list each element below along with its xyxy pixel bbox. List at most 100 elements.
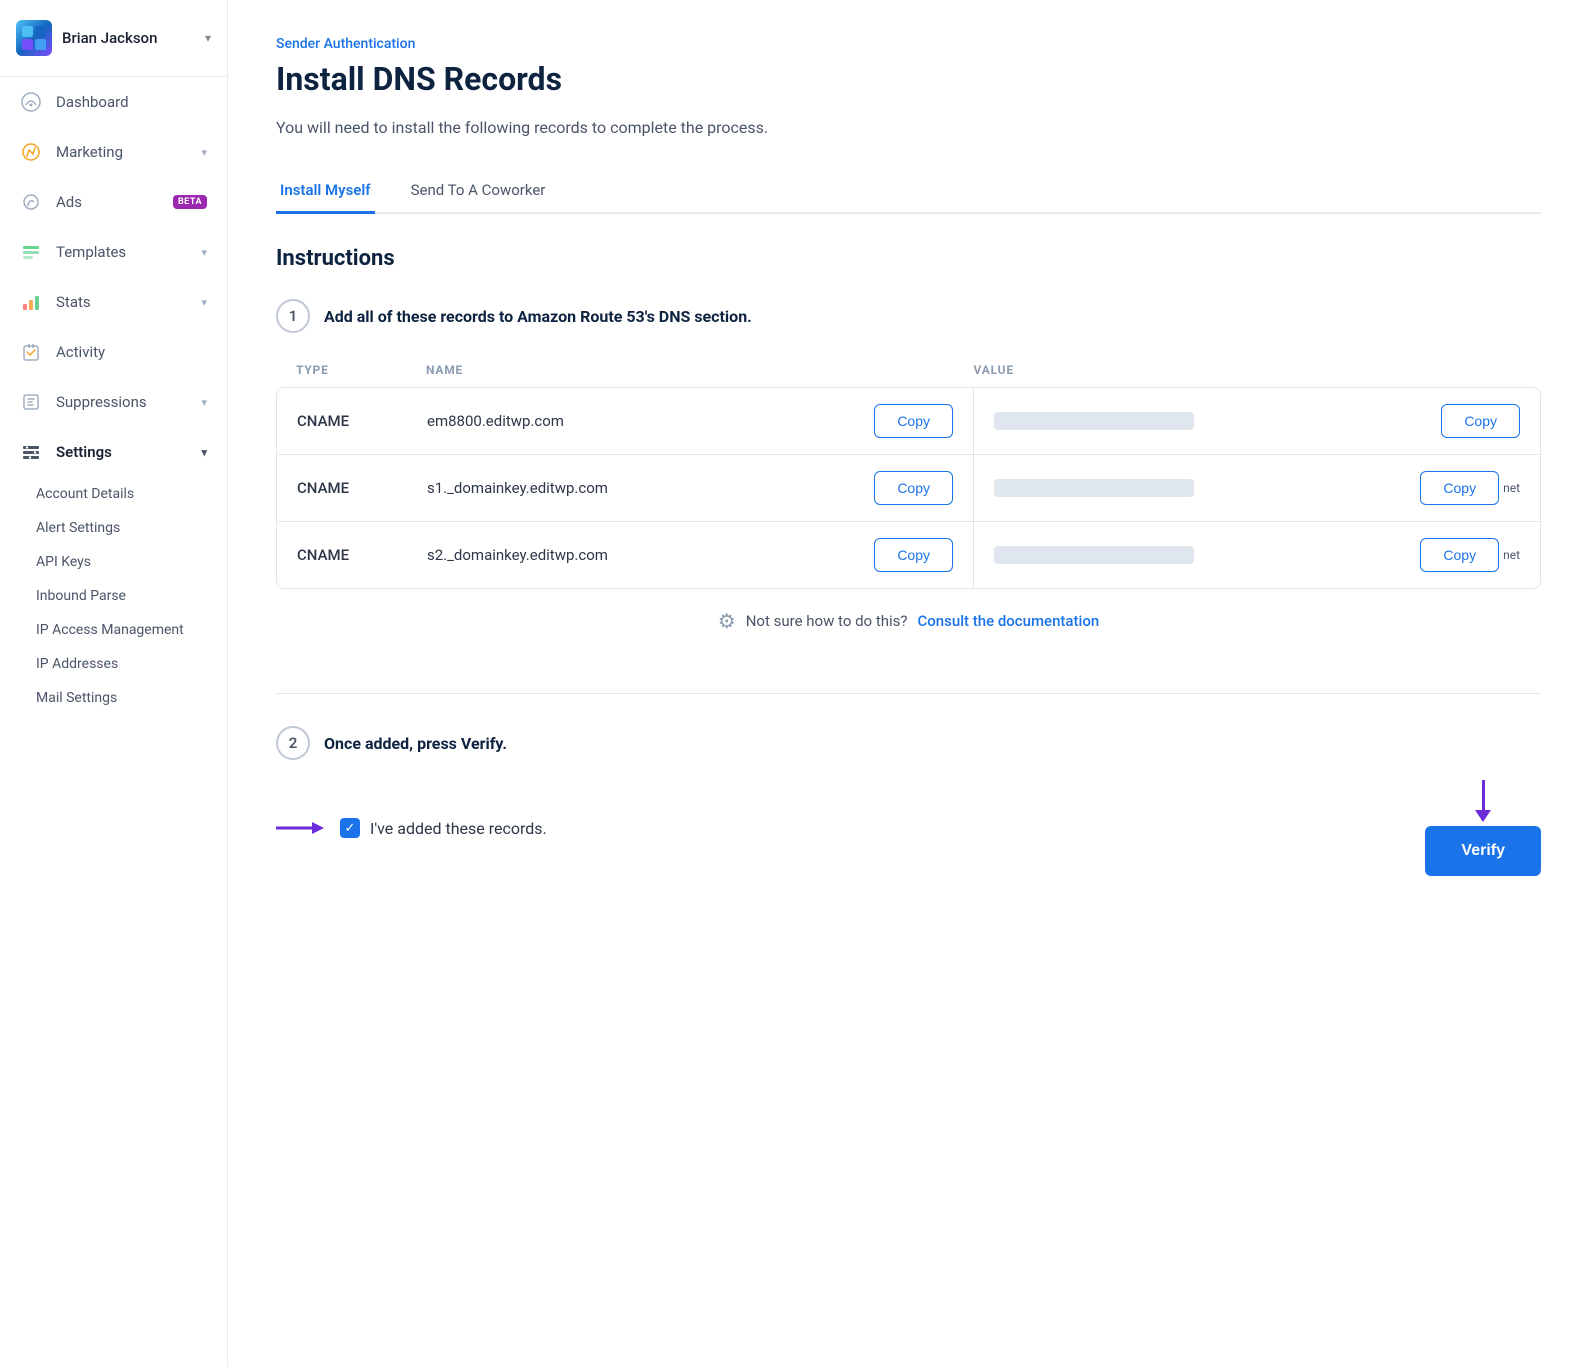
dns-row-2-copy-name[interactable]: Copy: [874, 471, 953, 505]
arrow-right-icon: [276, 816, 324, 840]
dns-row-1-name-value: em8800.editwp.com: [427, 412, 564, 430]
submenu-ip-addresses[interactable]: IP Addresses: [0, 647, 227, 681]
section-divider: [276, 693, 1541, 694]
activity-icon: [20, 341, 42, 363]
settings-chevron-icon: ▾: [201, 446, 207, 459]
dns-row-3-suffix: net: [1503, 548, 1520, 562]
step-2-left: ✓ I've added these records.: [276, 816, 547, 840]
dns-row-1-copy-name[interactable]: Copy: [874, 404, 953, 438]
dns-row-2-type: CNAME: [277, 463, 407, 513]
sidebar-label-stats: Stats: [56, 293, 187, 311]
step-2-title: Once added, press Verify.: [324, 734, 507, 753]
sidebar-label-ads: Ads: [56, 193, 159, 211]
dns-row-2-name-value: s1._domainkey.editwp.com: [427, 479, 608, 497]
help-text-area: ⚙ Not sure how to do this? Consult the d…: [276, 589, 1541, 653]
tab-bar: Install Myself Send To A Coworker: [276, 169, 1541, 214]
sidebar-item-dashboard[interactable]: Dashboard: [0, 77, 227, 127]
arrow-down-head: [1475, 810, 1491, 822]
dns-row-3-value-blurred: [994, 546, 1194, 564]
checkbox-added-records[interactable]: ✓: [340, 818, 360, 838]
arrow-right-wrapper: [276, 816, 324, 840]
checkbox-label: I've added these records.: [370, 819, 547, 838]
step-1-title: Add all of these records to Amazon Route…: [324, 307, 752, 326]
stats-chevron-icon: ▾: [201, 296, 207, 309]
main-content: Sender Authentication Install DNS Record…: [228, 0, 1589, 1367]
tab-send-coworker[interactable]: Send To A Coworker: [407, 169, 550, 214]
settings-submenu: Account Details Alert Settings API Keys …: [0, 477, 227, 715]
sidebar-item-suppressions[interactable]: Suppressions ▾: [0, 377, 227, 427]
arrow-down-wrapper: [1475, 780, 1491, 822]
dns-row-3-name-value: s2._domainkey.editwp.com: [427, 546, 608, 564]
submenu-alert-settings[interactable]: Alert Settings: [0, 511, 227, 545]
submenu-api-keys[interactable]: API Keys: [0, 545, 227, 579]
dns-row-3-copy-value[interactable]: Copy: [1420, 538, 1499, 572]
dns-row-3-type: CNAME: [277, 530, 407, 580]
user-name: Brian Jackson: [62, 29, 195, 47]
help-text-label: Not sure how to do this?: [746, 612, 908, 630]
step-1-header: 1 Add all of these records to Amazon Rou…: [276, 299, 1541, 333]
checkbox-wrapper: ✓ I've added these records.: [340, 818, 547, 838]
marketing-chevron-icon: ▾: [201, 146, 207, 159]
avatar: [16, 20, 52, 56]
page-title: Install DNS Records: [276, 60, 1541, 98]
step-2: 2 Once added, press Verify. ✓ I've added…: [276, 726, 1541, 876]
suppressions-chevron-icon: ▾: [201, 396, 207, 409]
templates-icon: [20, 241, 42, 263]
sidebar: Brian Jackson ▾ Dashboard Market: [0, 0, 228, 1367]
sidebar-label-activity: Activity: [56, 343, 207, 361]
dns-row-2-copy-value[interactable]: Copy: [1420, 471, 1499, 505]
dashboard-icon: [20, 91, 42, 113]
dns-rows-container: CNAME em8800.editwp.com Copy Copy CNAME …: [276, 387, 1541, 589]
dns-row-2-suffix: net: [1503, 481, 1520, 495]
dns-row-3-value-cell: Copy net: [974, 522, 1540, 588]
sidebar-item-marketing[interactable]: Marketing ▾: [0, 127, 227, 177]
user-chevron-icon: ▾: [205, 31, 211, 45]
stats-icon: [20, 291, 42, 313]
marketing-icon: [20, 141, 42, 163]
main-nav: Dashboard Marketing ▾ Ads BETA: [0, 77, 227, 715]
submenu-account-details[interactable]: Account Details: [0, 477, 227, 511]
dns-row-2-name-cell: s1._domainkey.editwp.com Copy: [407, 455, 974, 521]
suppressions-icon: [20, 391, 42, 413]
sidebar-item-activity[interactable]: Activity: [0, 327, 227, 377]
dns-row-1: CNAME em8800.editwp.com Copy Copy: [277, 388, 1540, 455]
verify-area: Verify: [1425, 780, 1541, 876]
instructions-title: Instructions: [276, 246, 1541, 271]
dns-row-1-copy-value[interactable]: Copy: [1441, 404, 1520, 438]
help-link[interactable]: Consult the documentation: [917, 612, 1099, 630]
sidebar-item-settings[interactable]: Settings ▾: [0, 427, 227, 477]
step-1: 1 Add all of these records to Amazon Rou…: [276, 299, 1541, 653]
sidebar-item-stats[interactable]: Stats ▾: [0, 277, 227, 327]
dns-row-1-value-blurred: [994, 412, 1194, 430]
help-icon: ⚙: [718, 609, 736, 633]
beta-badge: BETA: [173, 195, 207, 209]
dns-row-1-type: CNAME: [277, 396, 407, 446]
dns-row-2: CNAME s1._domainkey.editwp.com Copy Copy…: [277, 455, 1540, 522]
step-2-number: 2: [276, 726, 310, 760]
sidebar-label-settings: Settings: [56, 443, 187, 461]
user-menu[interactable]: Brian Jackson ▾: [0, 0, 227, 77]
sidebar-label-dashboard: Dashboard: [56, 93, 207, 111]
submenu-inbound-parse[interactable]: Inbound Parse: [0, 579, 227, 613]
dns-row-1-name-cell: em8800.editwp.com Copy: [407, 388, 974, 454]
dns-row-3-copy-name[interactable]: Copy: [874, 538, 953, 572]
sidebar-item-templates[interactable]: Templates ▾: [0, 227, 227, 277]
submenu-ip-access[interactable]: IP Access Management: [0, 613, 227, 647]
step-2-content-row: ✓ I've added these records. Verify: [276, 780, 1541, 876]
sidebar-item-ads[interactable]: Ads BETA: [0, 177, 227, 227]
step-2-header: 2 Once added, press Verify.: [276, 726, 1541, 760]
dns-row-1-value-cell: Copy: [974, 388, 1540, 454]
submenu-mail-settings[interactable]: Mail Settings: [0, 681, 227, 715]
tab-install-myself[interactable]: Install Myself: [276, 169, 375, 214]
page-description: You will need to install the following r…: [276, 118, 1541, 137]
dns-row-3: CNAME s2._domainkey.editwp.com Copy Copy…: [277, 522, 1540, 588]
breadcrumb: Sender Authentication: [276, 36, 1541, 52]
step-1-number: 1: [276, 299, 310, 333]
ads-icon: [20, 191, 42, 213]
verify-button[interactable]: Verify: [1425, 826, 1541, 876]
arrow-down-line: [1482, 780, 1485, 810]
col-header-name: NAME: [426, 363, 974, 377]
col-header-type: TYPE: [296, 363, 426, 377]
col-header-value: VALUE: [974, 363, 1522, 377]
dns-table-headers: TYPE NAME VALUE: [276, 353, 1541, 387]
